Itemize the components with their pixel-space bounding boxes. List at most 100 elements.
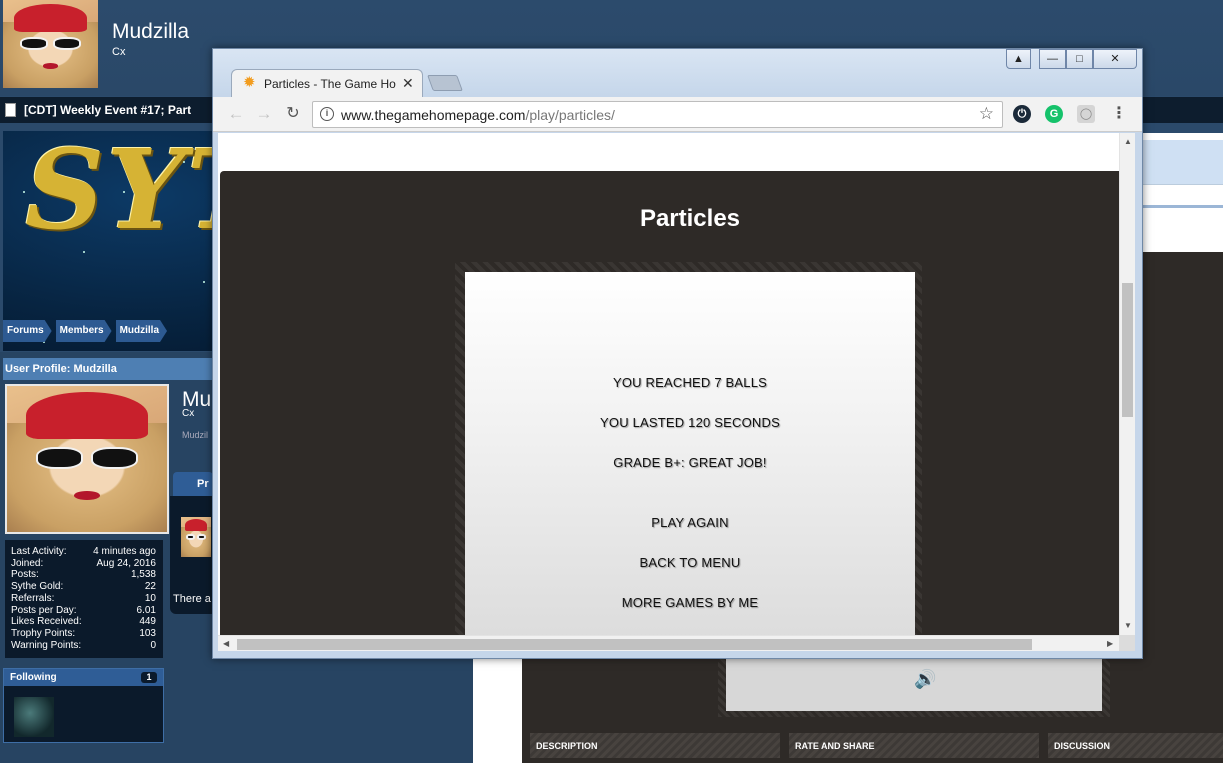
maximize-icon[interactable]: □: [1066, 49, 1093, 69]
vertical-scrollbar[interactable]: ▲ ▼: [1119, 133, 1135, 635]
banner-star: [123, 191, 125, 193]
scroll-right-icon[interactable]: ▶: [1107, 639, 1113, 648]
description-tab[interactable]: DESCRIPTION: [530, 733, 780, 758]
vertical-scroll-thumb[interactable]: [1122, 283, 1133, 417]
stat-value: 10: [144, 592, 156, 604]
stat-label: Warning Points:: [11, 639, 82, 651]
game-container: Particles YOU REACHED 7 BALLS YOU LASTED…: [220, 171, 1119, 635]
stat-label: Posts:: [11, 569, 39, 581]
breadcrumb-user[interactable]: Mudzilla: [116, 320, 167, 342]
tab-close-icon[interactable]: ✕: [402, 75, 414, 92]
profile-icon[interactable]: ▲: [1006, 49, 1031, 69]
scroll-up-icon[interactable]: ▲: [1124, 137, 1132, 146]
profile-post-avatar[interactable]: [181, 517, 211, 557]
profile-title: Cx: [182, 408, 195, 419]
stat-label: Last Activity:: [11, 546, 67, 557]
stat-value: 449: [139, 616, 156, 628]
scroll-left-icon[interactable]: ◀: [223, 639, 229, 648]
page-viewport: Particles YOU REACHED 7 BALLS YOU LASTED…: [218, 133, 1119, 635]
result-grade: GRADE B+: GREAT JOB!: [613, 455, 767, 470]
horizontal-scrollbar[interactable]: ◀ ▶: [218, 635, 1119, 651]
following-box: Following 1: [3, 668, 164, 743]
stat-row: Joined: Aug 24, 2016: [11, 558, 156, 570]
header-username[interactable]: Mudzilla: [112, 20, 189, 44]
stat-label: Joined:: [11, 557, 44, 569]
forward-arrow-icon[interactable]: →: [253, 103, 275, 125]
stat-value: 4 minutes ago: [93, 546, 156, 557]
new-tab-button[interactable]: [427, 75, 463, 91]
more-games-button[interactable]: MORE GAMES BY ME: [465, 595, 915, 610]
browser-tab-particles[interactable]: ✹ Particles - The Game Homepage ✕: [231, 69, 423, 97]
stat-row: Likes Received: 449: [11, 616, 156, 628]
back-to-menu-button[interactable]: BACK TO MENU: [465, 555, 915, 570]
speaker-icon[interactable]: 🔊: [914, 669, 936, 690]
browser-toolbar: ← → ↻ i www.thegamehomepage.com/play/par…: [213, 97, 1142, 132]
stat-row: Referrals: 10: [11, 593, 156, 605]
stat-row: Posts: 1,538: [11, 569, 156, 581]
profile-heading: User Profile: Mudzilla: [3, 358, 213, 380]
banner-star: [83, 251, 85, 253]
breadcrumb: Forums Members Mudzilla: [3, 320, 171, 342]
header-user-title: Cx: [112, 46, 126, 58]
url-text[interactable]: www.thegamehomepage.com/play/particles/: [341, 107, 615, 123]
game-canvas[interactable]: YOU REACHED 7 BALLS YOU LASTED 120 SECON…: [465, 272, 915, 635]
stat-value: 6.01: [136, 604, 156, 616]
game-title: Particles: [639, 205, 741, 232]
header-avatar[interactable]: [3, 0, 98, 88]
stat-label: Referrals:: [11, 592, 55, 604]
close-icon[interactable]: ✕: [1093, 49, 1137, 69]
banner-star: [203, 281, 205, 283]
banner-star: [23, 191, 25, 193]
browser-window: ▲ — □ ✕ ✹ Particles - The Game Homepage …: [212, 48, 1143, 659]
result-balls: YOU REACHED 7 BALLS: [612, 375, 768, 390]
profile-avatar[interactable]: [7, 386, 167, 532]
rate-and-share-tab[interactable]: RATE AND SHARE: [789, 733, 1039, 758]
reload-icon[interactable]: ↻: [282, 103, 304, 125]
stat-value: 1,538: [130, 569, 156, 581]
following-label: Following: [10, 672, 57, 683]
thread-title[interactable]: [CDT] Weekly Event #17; Part: [24, 103, 191, 117]
title-bar[interactable]: ▲ — □ ✕ ✹ Particles - The Game Homepage …: [213, 49, 1142, 97]
scroll-corner: [1119, 635, 1135, 651]
profile-avatar-frame: [5, 384, 169, 534]
profile-tab[interactable]: Pr: [173, 472, 213, 496]
breadcrumb-forums[interactable]: Forums: [3, 320, 52, 342]
stat-label: Likes Received:: [11, 616, 82, 628]
cube-icon[interactable]: ◯: [1077, 105, 1095, 123]
sound-panel-inner: 🔊: [726, 655, 1102, 711]
url-path: /play/particles/: [525, 107, 615, 123]
scroll-down-icon[interactable]: ▼: [1124, 621, 1132, 630]
stat-label: Posts per Day:: [11, 604, 77, 616]
profile-stats: Last Activity: 4 minutes ago Joined: Aug 24…: [5, 540, 163, 658]
following-count: 1: [141, 672, 157, 683]
url-host: www.thegamehomepage.com: [341, 107, 526, 123]
sound-panel: 🔊: [718, 655, 1110, 717]
discussion-tab[interactable]: DISCUSSION: [1048, 733, 1223, 758]
following-avatar[interactable]: [14, 697, 54, 737]
stat-value: Aug 24, 2016: [96, 557, 157, 569]
profile-subtitle: Mudzil: [182, 430, 209, 440]
grammarly-icon[interactable]: G: [1045, 105, 1063, 123]
stat-row: Sythe Gold: 22: [11, 581, 156, 593]
minimize-icon[interactable]: —: [1039, 49, 1066, 69]
banner-star: [183, 161, 185, 163]
stat-row: Last Activity: 4 minutes ago: [11, 546, 156, 558]
power-icon[interactable]: ⏻: [1013, 105, 1031, 123]
bookmark-star-icon[interactable]: ☆: [979, 104, 994, 124]
result-seconds: YOU LASTED 120 SECONDS: [600, 415, 780, 430]
horizontal-scroll-thumb[interactable]: [237, 639, 1032, 650]
sun-favicon-icon: ✹: [243, 74, 256, 91]
breadcrumb-members[interactable]: Members: [56, 320, 112, 342]
play-again-button[interactable]: PLAY AGAIN: [465, 515, 915, 530]
address-bar[interactable]: i www.thegamehomepage.com/play/particles…: [312, 101, 1003, 128]
stat-value: 22: [144, 581, 156, 593]
stat-label: Sythe Gold:: [11, 581, 64, 593]
following-header[interactable]: Following 1: [4, 669, 163, 686]
window-bottom-frame: [213, 651, 1142, 658]
info-icon[interactable]: i: [320, 107, 334, 121]
profile-post-text: There a: [173, 593, 211, 605]
stat-value: 103: [139, 627, 156, 639]
stat-row: Warning Points: 0: [11, 640, 156, 652]
menu-dots-icon[interactable]: ⋮: [1111, 105, 1127, 123]
back-arrow-icon[interactable]: ←: [225, 103, 247, 125]
